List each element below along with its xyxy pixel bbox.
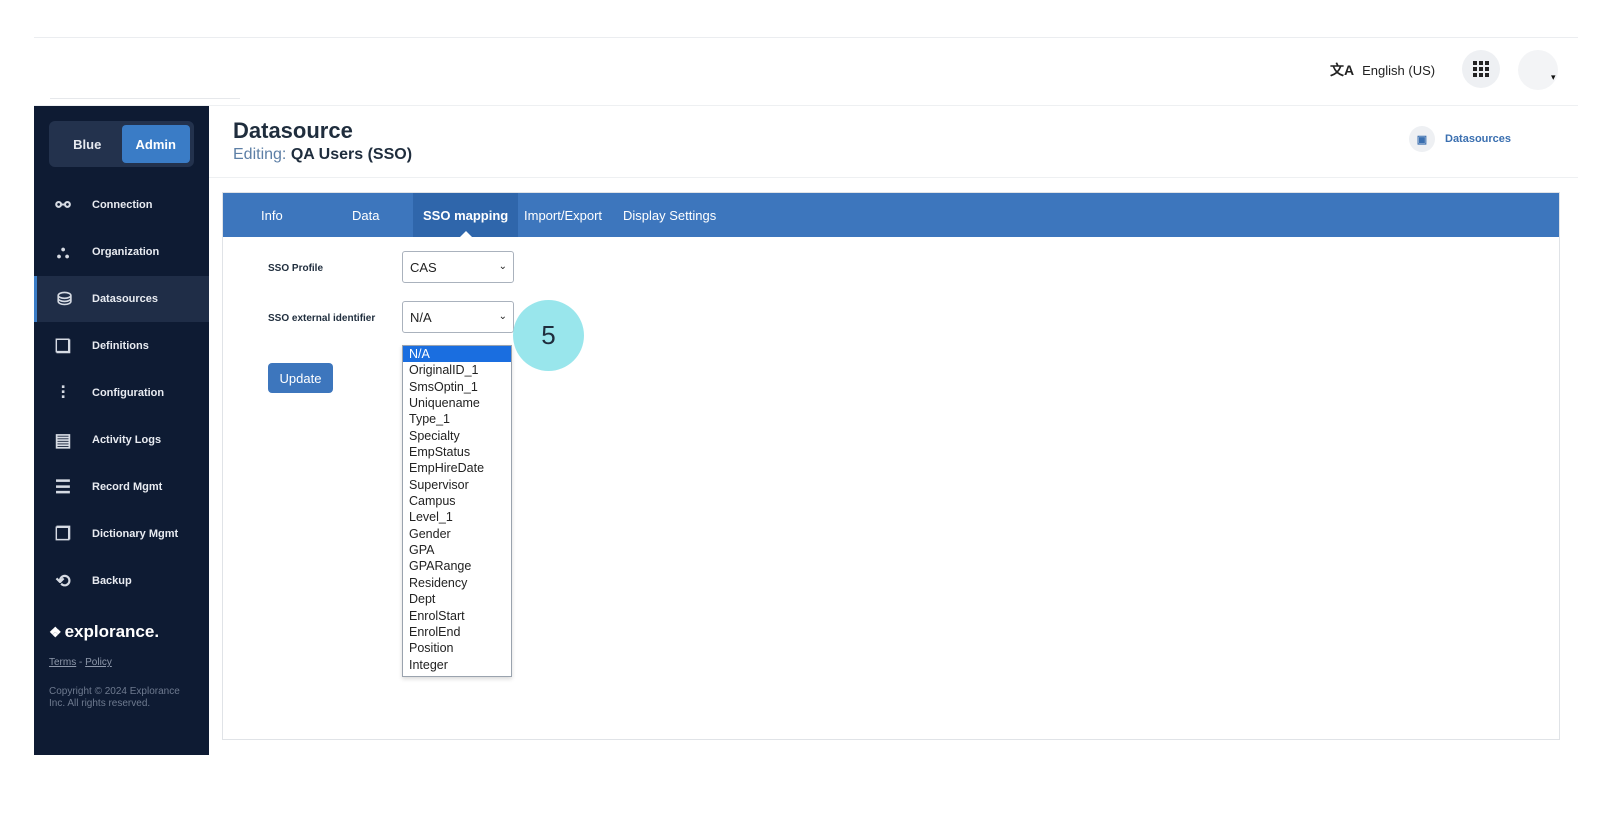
top-bar-divider bbox=[50, 98, 240, 99]
dropdown-option[interactable]: Uniquename bbox=[403, 395, 511, 411]
apps-button[interactable] bbox=[1462, 50, 1500, 88]
sidebar-item-label: Connection bbox=[92, 199, 153, 211]
sidebar-item-connection[interactable]: ⚯ Connection bbox=[34, 182, 209, 228]
sso-identifier-dropdown: N/A OriginalID_1 SmsOptin_1 Uniquename T… bbox=[402, 345, 512, 677]
translate-icon: 文A bbox=[1330, 62, 1355, 78]
sidebar: Blue Admin ⚯ Connection ⛬ Organization ⛁… bbox=[34, 106, 209, 755]
definitions-icon: ❏ bbox=[54, 335, 72, 356]
dropdown-option[interactable]: EmpStatus bbox=[403, 444, 511, 460]
apps-grid-icon bbox=[1473, 61, 1489, 77]
language-selector[interactable]: 文A English (US) bbox=[1330, 60, 1435, 80]
activity-log-icon: ▤ bbox=[54, 429, 72, 450]
chevron-down-icon: ▾ bbox=[1551, 72, 1556, 82]
legal-links: Terms - Policy bbox=[49, 657, 112, 668]
sliders-icon: ⫶ bbox=[60, 382, 66, 403]
tab-data[interactable]: Data bbox=[352, 193, 379, 237]
tab-bar: Info Data SSO mapping Import/Export Disp… bbox=[223, 193, 1559, 237]
dropdown-option[interactable]: Dept bbox=[403, 591, 511, 607]
datasource-icon: ▣ bbox=[1409, 126, 1435, 152]
brand-name: explorance. bbox=[64, 622, 160, 641]
sidebar-item-label: Definitions bbox=[92, 340, 149, 352]
dropdown-option[interactable]: Gender bbox=[403, 526, 511, 542]
sidebar-item-activity-logs[interactable]: ▤ Activity Logs bbox=[34, 417, 209, 463]
dropdown-option[interactable]: SmsOptin_1 bbox=[403, 379, 511, 395]
editing-label: Editing: bbox=[233, 146, 287, 163]
sidebar-item-backup[interactable]: ⟲ Backup bbox=[34, 558, 209, 604]
chevron-down-icon: ⌄ bbox=[498, 261, 507, 272]
portal-toggle-admin[interactable]: Admin bbox=[121, 125, 190, 163]
database-icon: ⛁ bbox=[56, 288, 73, 309]
sidebar-item-label: Configuration bbox=[92, 387, 165, 399]
sidebar-item-label: Dictionary Mgmt bbox=[92, 528, 179, 540]
dropdown-option[interactable]: Campus bbox=[403, 493, 511, 509]
sso-profile-value: CAS bbox=[410, 259, 437, 275]
sidebar-item-organization[interactable]: ⛬ Organization bbox=[34, 229, 209, 275]
explorance-logo-icon: ❖ bbox=[49, 623, 62, 640]
sso-identifier-label: SSO external identifier bbox=[268, 313, 376, 324]
link-icon: ⚯ bbox=[55, 194, 71, 215]
page-title: Datasource bbox=[233, 118, 353, 143]
chevron-down-icon: ⌄ bbox=[498, 311, 507, 322]
step-number-badge: 5 bbox=[513, 300, 584, 371]
records-icon: ☰ bbox=[54, 476, 72, 497]
backup-icon: ⟲ bbox=[55, 570, 71, 591]
dropdown-option[interactable]: EnrolStart bbox=[403, 608, 511, 624]
top-bar: 文A English (US) ▾ bbox=[34, 38, 1578, 106]
dropdown-option[interactable]: Specialty bbox=[403, 428, 511, 444]
tab-import-export[interactable]: Import/Export bbox=[524, 193, 602, 237]
sidebar-item-label: Record Mgmt bbox=[92, 481, 163, 493]
tab-sso-mapping[interactable]: SSO mapping bbox=[413, 193, 519, 237]
dropdown-option[interactable]: GPA bbox=[403, 542, 511, 558]
sidebar-item-configuration[interactable]: ⫶ Configuration bbox=[34, 370, 209, 416]
tab-info[interactable]: Info bbox=[261, 193, 283, 237]
dictionary-icon: ❐ bbox=[54, 523, 72, 544]
dropdown-option[interactable]: Type_1 bbox=[403, 411, 511, 427]
dropdown-option[interactable]: GPARange bbox=[403, 558, 511, 574]
sidebar-item-record-mgmt[interactable]: ☰ Record Mgmt bbox=[34, 464, 209, 510]
sidebar-item-label: Organization bbox=[92, 246, 160, 258]
dropdown-option[interactable]: Position bbox=[403, 640, 511, 656]
editing-value: QA Users (SSO) bbox=[290, 146, 413, 163]
user-avatar-button[interactable]: ▾ bbox=[1518, 50, 1558, 90]
sso-profile-label: SSO Profile bbox=[268, 263, 324, 274]
sso-identifier-select[interactable]: N/A ⌄ bbox=[402, 301, 514, 333]
tab-display-settings[interactable]: Display Settings bbox=[623, 193, 716, 237]
sidebar-item-label: Datasources bbox=[92, 293, 159, 305]
dropdown-option[interactable]: Supervisor bbox=[403, 477, 511, 493]
explorance-logo: ❖ explorance. bbox=[49, 622, 159, 642]
dropdown-option[interactable]: Level_1 bbox=[403, 509, 511, 525]
dropdown-option[interactable]: Residency bbox=[403, 575, 511, 591]
dropdown-option[interactable]: EnrolEnd bbox=[403, 624, 511, 640]
sidebar-item-label: Backup bbox=[92, 575, 132, 587]
terms-link[interactable]: Terms bbox=[49, 657, 76, 668]
breadcrumb[interactable]: ▣ Datasources bbox=[1409, 126, 1511, 152]
sidebar-item-datasources[interactable]: ⛁ Datasources bbox=[34, 276, 209, 322]
dropdown-option[interactable]: N/A bbox=[403, 346, 511, 363]
dropdown-option[interactable]: Integer bbox=[403, 657, 511, 673]
portal-toggle: Blue Admin bbox=[49, 121, 194, 167]
sidebar-item-label: Activity Logs bbox=[92, 434, 162, 446]
page-header: Datasource Editing: QA Users (SSO) ▣ Dat… bbox=[209, 106, 1578, 178]
editing-subtitle: Editing: QA Users (SSO) bbox=[233, 146, 412, 164]
page: 文A English (US) ▾ Blue Admin ⚯ Connectio… bbox=[0, 0, 1604, 823]
sso-profile-select[interactable]: CAS ⌄ bbox=[402, 251, 514, 283]
org-chart-icon: ⛬ bbox=[56, 241, 70, 262]
copyright-text: Copyright © 2024 Explorance Inc. All rig… bbox=[49, 686, 180, 709]
sidebar-item-definitions[interactable]: ❏ Definitions bbox=[34, 323, 209, 369]
policy-link[interactable]: Policy bbox=[85, 657, 112, 668]
sidebar-item-dictionary-mgmt[interactable]: ❐ Dictionary Mgmt bbox=[34, 511, 209, 557]
language-label: English (US) bbox=[1362, 62, 1436, 78]
breadcrumb-label: Datasources bbox=[1445, 133, 1512, 145]
legal-separator: - bbox=[79, 657, 83, 668]
dropdown-option[interactable]: OriginalID_1 bbox=[403, 362, 511, 378]
update-button[interactable]: Update bbox=[268, 363, 333, 393]
dropdown-option[interactable]: EmpHireDate bbox=[403, 460, 511, 476]
sso-identifier-value: N/A bbox=[410, 309, 432, 325]
portal-toggle-blue[interactable]: Blue bbox=[53, 125, 122, 163]
